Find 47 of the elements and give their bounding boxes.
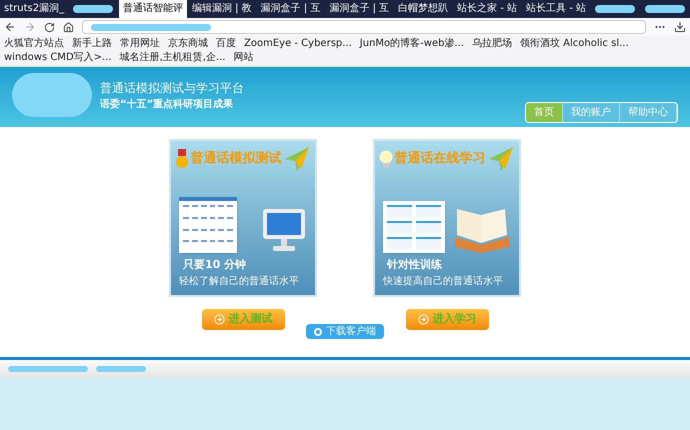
browser-tab[interactable]: 站长之家 - 站: [453, 0, 522, 18]
address-field[interactable]: [82, 20, 646, 34]
bookmark-link[interactable]: windows CMD写入>...: [4, 51, 112, 65]
browser-tab[interactable]: 站长工具 - 站: [522, 0, 590, 18]
bookmark-link[interactable]: 领衔酒坟 Alcoholic sl...: [520, 37, 629, 51]
bookmark-link[interactable]: 常用网址: [120, 37, 160, 51]
browser-tab[interactable]: 漏洞盒子 | 互: [325, 0, 394, 18]
bookmark-link[interactable]: 乌拉肥场: [472, 37, 512, 51]
redaction-mark: [96, 366, 146, 372]
site-subtitle: 语委“十五”重点科研项目成果: [100, 97, 234, 112]
card-headline: 只要10 分钟: [182, 257, 248, 273]
browser-tab[interactable]: 编辑漏洞 | 教: [188, 0, 256, 18]
redaction-mark: [645, 5, 686, 13]
redaction-mark: [73, 5, 114, 13]
monitor-icon: [261, 207, 307, 253]
medal-icon: [175, 149, 189, 169]
bookmark-link[interactable]: 百度: [216, 37, 236, 51]
reload-icon[interactable]: [44, 22, 55, 32]
download-icon[interactable]: [674, 21, 686, 33]
bookmark-link[interactable]: 新手上路: [72, 37, 112, 51]
card-title: 普通话在线学习: [394, 150, 486, 168]
card-title: 普通话模拟测试: [190, 150, 282, 168]
arrow-circle-icon: [214, 314, 224, 325]
bookmark-link[interactable]: 网站: [233, 51, 254, 65]
browser-tab[interactable]: 普通话智能评: [119, 0, 187, 18]
card-description: 轻松了解自己的普通话水平: [178, 274, 300, 288]
paper-plane-icon: [283, 145, 311, 173]
lesson-panel-drawing: [383, 201, 445, 253]
card-description: 快速提高自己的普通话水平: [382, 274, 504, 288]
bookmark-link[interactable]: 京东商城: [168, 37, 208, 51]
bookmark-link[interactable]: 火狐官方站点: [4, 37, 64, 51]
site-title: 普通话模拟测试与学习平台: [100, 80, 244, 96]
bookmark-link[interactable]: ZoomEye - Cybersp...: [244, 37, 352, 51]
home-icon[interactable]: [63, 22, 74, 32]
lightbulb-icon: [379, 149, 393, 169]
arrow-circle-icon: [418, 314, 428, 325]
software-window-drawing: [179, 197, 237, 253]
open-book-icon: [453, 207, 511, 253]
browser-tab[interactable]: struts2漏洞_: [0, 0, 68, 18]
bookmark-link[interactable]: JunMo的博客-web渗...: [360, 37, 464, 51]
browser-tab[interactable]: 白帽梦想趴: [394, 0, 452, 18]
card-headline: 针对性训练: [386, 257, 443, 273]
bookmark-link[interactable]: 城名注册,主机租赁,企...: [120, 51, 226, 65]
back-icon[interactable]: [4, 21, 16, 33]
redaction-mark: [595, 5, 636, 13]
browser-tab[interactable]: 漏洞盒子 | 互: [256, 0, 324, 18]
paper-plane-icon: [487, 145, 515, 173]
